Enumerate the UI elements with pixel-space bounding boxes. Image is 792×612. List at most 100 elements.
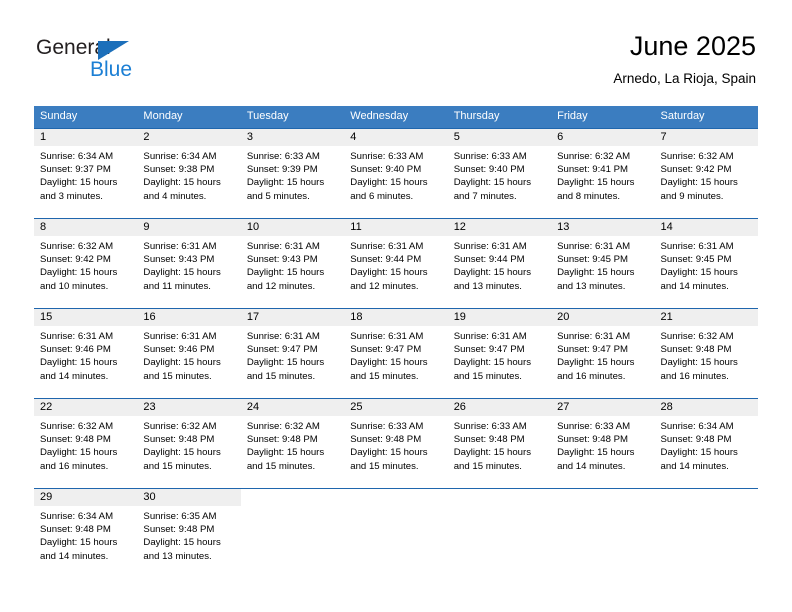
sunset-time: Sunset: 9:47 PM	[453, 344, 525, 356]
daylight-duration-line2: and 14 minutes.	[660, 280, 729, 292]
day-cell-content[interactable]: 24 Sunrise: 6:32 AM Sunset: 9:48 PM Dayligh…	[240, 398, 345, 488]
day-cell-content[interactable]: 27 Sunrise: 6:33 AM Sunset: 9:48 PM Dayligh…	[551, 398, 655, 488]
day-number-band	[655, 489, 758, 506]
daylight-duration-line1: Daylight: 15 hours	[143, 357, 221, 369]
sunset-time: Sunset: 9:37 PM	[40, 164, 111, 176]
daylight-duration-line2: and 16 minutes.	[557, 370, 626, 382]
daylight-duration-line1: Daylight: 15 hours	[453, 357, 532, 369]
daylight-duration-line2: and 15 minutes.	[143, 460, 212, 472]
day-cell-content[interactable]: 22 Sunrise: 6:32 AM Sunset: 9:48 PM Dayligh…	[34, 398, 138, 488]
day-number: 29	[40, 491, 53, 503]
day-cell-content[interactable]: 16 Sunrise: 6:31 AM Sunset: 9:46 PM Dayligh…	[137, 308, 241, 398]
day-cell-content[interactable]: 17 Sunrise: 6:31 AM Sunset: 9:47 PM Dayligh…	[240, 308, 345, 398]
calendar-day-cell: 20 Sunrise: 6:31 AM Sunset: 9:47 PM Dayligh…	[551, 308, 655, 398]
page-title: June 2025	[629, 31, 756, 61]
day-cell-content[interactable]: 2 Sunrise: 6:34 AM Sunset: 9:38 PM Daylight…	[137, 128, 241, 218]
day-cell-content[interactable]: 19 Sunrise: 6:31 AM Sunset: 9:47 PM Dayligh…	[447, 308, 552, 398]
daylight-duration-line2: and 13 minutes.	[143, 550, 212, 562]
daylight-duration-line1: Daylight: 15 hours	[660, 267, 738, 279]
day-cell-content[interactable]: 12 Sunrise: 6:31 AM Sunset: 9:44 PM Dayligh…	[447, 218, 552, 308]
day-cell-content[interactable]: 15 Sunrise: 6:31 AM Sunset: 9:46 PM Dayligh…	[34, 308, 138, 398]
day-cell-content[interactable]: 29 Sunrise: 6:34 AM Sunset: 9:48 PM Dayligh…	[34, 488, 138, 578]
daylight-duration-line2: and 15 minutes.	[453, 370, 522, 382]
day-cell-content[interactable]: 28 Sunrise: 6:34 AM Sunset: 9:48 PM Dayligh…	[654, 398, 758, 488]
calendar-day-cell: 3 Sunrise: 6:33 AM Sunset: 9:39 PM Daylight…	[240, 128, 345, 218]
sunset-time: Sunset: 9:48 PM	[143, 524, 215, 536]
day-cell-content[interactable]: 1 Sunrise: 6:34 AM Sunset: 9:37 PM Daylight…	[34, 128, 138, 218]
calendar-header-row: Sunday Monday Tuesday Wednesday Thursday…	[34, 106, 758, 128]
day-cell-content[interactable]: 30 Sunrise: 6:35 AM Sunset: 9:48 PM Dayligh…	[137, 488, 241, 578]
daylight-duration-line1: Daylight: 15 hours	[246, 357, 325, 369]
day-cell-content[interactable]: 20 Sunrise: 6:31 AM Sunset: 9:47 PM Dayligh…	[551, 308, 655, 398]
day-sun-info: Sunrise: 6:31 AM Sunset: 9:46 PM Daylight:…	[34, 326, 137, 383]
day-number-band	[551, 489, 654, 506]
day-sun-info: Sunrise: 6:32 AM Sunset: 9:48 PM Daylight:…	[137, 416, 240, 473]
day-sun-info: Sunrise: 6:33 AM Sunset: 9:48 PM Daylight:…	[344, 416, 447, 473]
day-cell-content[interactable]: 21 Sunrise: 6:32 AM Sunset: 9:48 PM Dayligh…	[654, 308, 758, 398]
day-cell-content[interactable]: 4 Sunrise: 6:33 AM Sunset: 9:40 PM Daylight…	[344, 128, 448, 218]
day-cell-content[interactable]: 11 Sunrise: 6:31 AM Sunset: 9:44 PM Dayligh…	[344, 218, 448, 308]
day-sun-info: Sunrise: 6:31 AM Sunset: 9:47 PM Daylight:…	[551, 326, 654, 383]
day-cell-empty	[240, 488, 345, 578]
day-cell-content[interactable]: 25 Sunrise: 6:33 AM Sunset: 9:48 PM Dayligh…	[344, 398, 448, 488]
daylight-duration-line1: Daylight: 15 hours	[350, 267, 428, 279]
weekday-header-saturday: Saturday	[654, 106, 758, 128]
daylight-duration-line2: and 6 minutes.	[350, 190, 414, 202]
sunset-time: Sunset: 9:38 PM	[143, 164, 215, 176]
calendar-day-cell: 27 Sunrise: 6:33 AM Sunset: 9:48 PM Dayligh…	[551, 398, 655, 488]
weekday-header-wednesday: Wednesday	[344, 106, 448, 128]
day-sun-info: Sunrise: 6:32 AM Sunset: 9:48 PM Daylight:…	[655, 326, 758, 383]
sunrise-time: Sunrise: 6:31 AM	[246, 331, 320, 342]
day-cell-content[interactable]: 3 Sunrise: 6:33 AM Sunset: 9:39 PM Daylight…	[240, 128, 345, 218]
day-cell-content[interactable]: 6 Sunrise: 6:32 AM Sunset: 9:41 PM Daylight…	[551, 128, 655, 218]
day-cell-content[interactable]: 18 Sunrise: 6:31 AM Sunset: 9:47 PM Dayligh…	[344, 308, 448, 398]
daylight-duration-line2: and 3 minutes.	[40, 190, 103, 202]
calendar-page: General Blue June 2025 Arnedo, La Rioja,…	[0, 0, 792, 612]
day-cell-content[interactable]: 8 Sunrise: 6:32 AM Sunset: 9:42 PM Daylight…	[34, 218, 138, 308]
sunrise-time: Sunrise: 6:34 AM	[660, 421, 734, 432]
day-number: 9	[143, 221, 150, 233]
generalblue-logo[interactable]: General Blue	[36, 36, 176, 86]
day-cell-content[interactable]: 10 Sunrise: 6:31 AM Sunset: 9:43 PM Dayligh…	[240, 218, 345, 308]
sunset-time: Sunset: 9:44 PM	[350, 254, 422, 266]
daylight-duration-line2: and 10 minutes.	[40, 280, 109, 292]
daylight-duration-line2: and 16 minutes.	[660, 370, 729, 382]
day-cell-content[interactable]: 7 Sunrise: 6:32 AM Sunset: 9:42 PM Daylight…	[654, 128, 758, 218]
daylight-duration-line2: and 14 minutes.	[660, 460, 729, 472]
day-sun-info: Sunrise: 6:33 AM Sunset: 9:40 PM Daylight:…	[448, 146, 551, 203]
day-cell-content[interactable]: 9 Sunrise: 6:31 AM Sunset: 9:43 PM Daylight…	[137, 218, 241, 308]
sunset-time: Sunset: 9:44 PM	[453, 254, 525, 266]
day-sun-info: Sunrise: 6:33 AM Sunset: 9:48 PM Daylight:…	[448, 416, 551, 473]
day-cell-content[interactable]: 14 Sunrise: 6:31 AM Sunset: 9:45 PM Dayligh…	[654, 218, 758, 308]
weekday-header-thursday: Thursday	[447, 106, 552, 128]
sunset-time: Sunset: 9:40 PM	[350, 164, 422, 176]
sunset-time: Sunset: 9:48 PM	[660, 344, 732, 356]
day-cell-content[interactable]: 26 Sunrise: 6:33 AM Sunset: 9:48 PM Dayligh…	[447, 398, 552, 488]
day-number-band: 5	[447, 129, 552, 146]
sunset-time: Sunset: 9:45 PM	[557, 254, 629, 266]
sunset-time: Sunset: 9:43 PM	[143, 254, 215, 266]
logo-text-blue: Blue	[90, 58, 133, 81]
calendar-day-cell	[654, 488, 758, 578]
day-cell-content[interactable]: 5 Sunrise: 6:33 AM Sunset: 9:40 PM Daylight…	[447, 128, 552, 218]
day-sun-info: Sunrise: 6:31 AM Sunset: 9:44 PM Daylight:…	[448, 236, 551, 293]
daylight-duration-line2: and 4 minutes.	[143, 190, 207, 202]
day-cell-content[interactable]: 13 Sunrise: 6:31 AM Sunset: 9:45 PM Dayligh…	[551, 218, 655, 308]
calendar-day-cell	[344, 488, 448, 578]
sunrise-time: Sunrise: 6:31 AM	[350, 331, 424, 342]
day-sun-info: Sunrise: 6:33 AM Sunset: 9:40 PM Daylight:…	[344, 146, 447, 203]
calendar-day-cell	[551, 488, 655, 578]
day-cell-content[interactable]: 23 Sunrise: 6:32 AM Sunset: 9:48 PM Dayligh…	[137, 398, 241, 488]
day-number-band: 12	[447, 219, 552, 236]
daylight-duration-line2: and 11 minutes.	[143, 280, 211, 292]
calendar-day-cell	[447, 488, 552, 578]
day-number-band: 3	[240, 129, 345, 146]
day-number: 30	[143, 491, 156, 503]
day-number-band: 20	[551, 309, 655, 326]
day-sun-info: Sunrise: 6:34 AM Sunset: 9:37 PM Daylight:…	[34, 146, 137, 203]
day-number: 1	[40, 131, 47, 143]
day-number-band: 2	[137, 129, 241, 146]
day-number-band: 8	[34, 219, 138, 236]
sunset-time: Sunset: 9:40 PM	[453, 164, 525, 176]
calendar-body: 1 Sunrise: 6:34 AM Sunset: 9:37 PM Daylight…	[34, 128, 758, 578]
